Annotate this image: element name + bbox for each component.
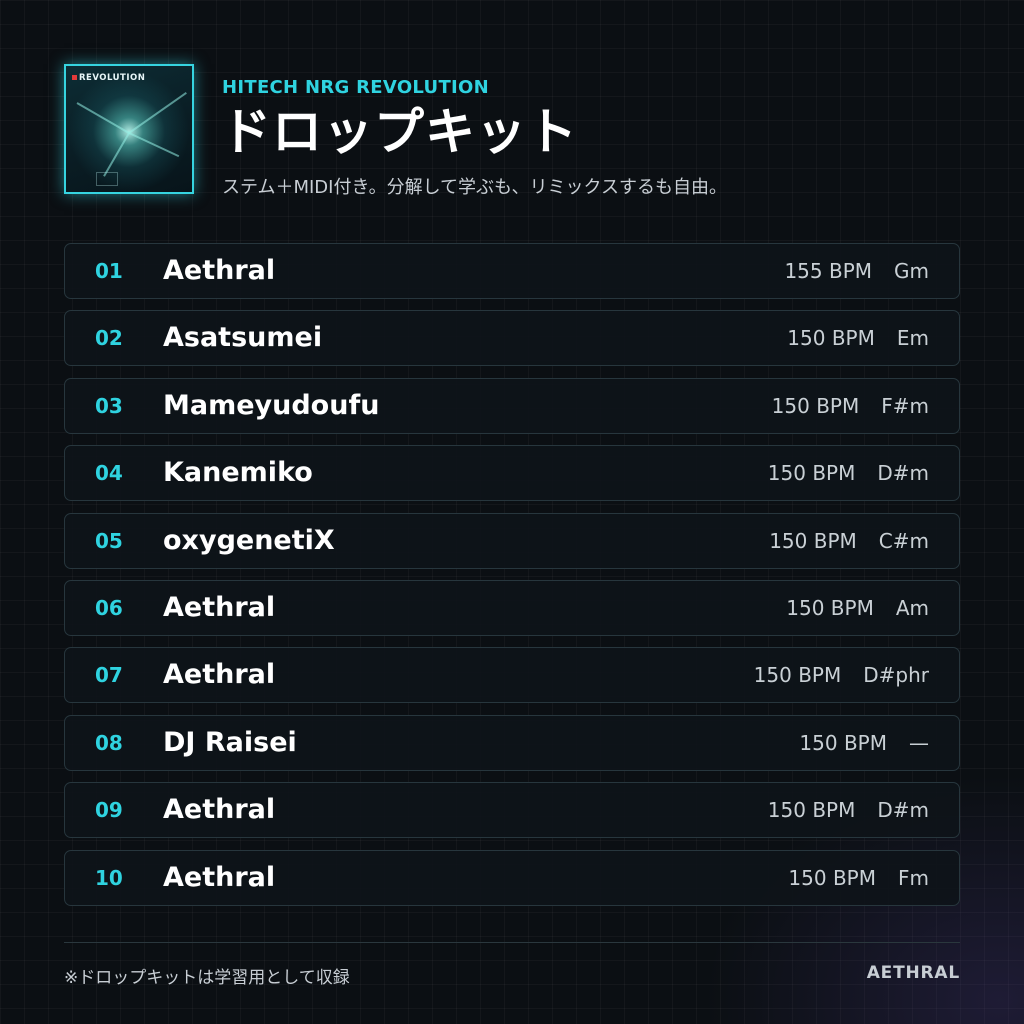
track-row[interactable]: 09 Aethral 150 BPM D#m — [64, 782, 960, 839]
track-meta: 150 BPM D#m — [768, 783, 929, 837]
track-artist: Aethral — [163, 861, 276, 893]
track-list: 01 Aethral 155 BPM Gm 02 Asatsumei 150 BP… — [64, 243, 960, 917]
track-artist: Aethral — [163, 794, 276, 826]
track-artist: Aethral — [163, 255, 276, 286]
track-key: Em — [896, 326, 929, 351]
track-number: 03 — [95, 393, 123, 418]
track-key: D#m — [877, 461, 929, 486]
footer-note: ※ドロップキットは学習用として収録 — [64, 968, 350, 988]
track-meta: 150 BPM Am — [786, 581, 929, 635]
track-number: 02 — [95, 326, 123, 351]
track-number: 08 — [95, 730, 123, 755]
cover-light-ray — [128, 132, 180, 158]
track-row[interactable]: 06 Aethral 150 BPM Am — [64, 579, 960, 636]
track-artist: Aethral — [163, 659, 276, 691]
track-bpm: 150 BPM — [753, 663, 842, 688]
track-number: 05 — [95, 528, 123, 553]
track-number: 06 — [95, 595, 123, 620]
track-meta: 150 BPM D#m — [768, 446, 929, 500]
footer-brand: AETHRAL — [866, 963, 960, 983]
page-subtitle: ステム＋MIDI付き。分解して学ぶも、リミックスするも自由。 — [222, 177, 727, 198]
track-bpm: 150 BPM — [767, 461, 856, 486]
track-meta: 150 BPM — — [799, 716, 929, 770]
track-number: 01 — [95, 259, 123, 283]
cover-logo-text: REVOLUTION — [79, 73, 146, 83]
cover-hud-panel — [96, 172, 118, 186]
album-cover-art: REVOLUTION — [64, 64, 194, 194]
track-bpm: 150 BPM — [786, 595, 874, 620]
track-artist: Mameyudoufu — [163, 389, 380, 421]
track-key: Am — [895, 595, 929, 620]
track-meta: 150 BPM Fm — [788, 851, 929, 905]
cover-light-ray — [128, 92, 187, 134]
track-row[interactable]: 04 Kanemiko 150 BPM D#m — [64, 445, 960, 502]
track-meta: 150 BPM F#m — [772, 379, 929, 433]
track-bpm: 150 BPM — [799, 730, 887, 755]
track-key: — — [909, 730, 929, 755]
track-bpm: 150 BPM — [788, 865, 876, 890]
track-meta: 150 BPM D#phr — [754, 648, 929, 702]
track-bpm: 155 BPM — [784, 259, 873, 283]
track-key: C#m — [878, 528, 929, 553]
track-artist: oxygenetiX — [163, 524, 335, 556]
header: REVOLUTION HITECH NRG REVOLUTION ドロップキット… — [64, 64, 960, 198]
track-key: Gm — [894, 259, 929, 283]
page-title: ドロップキット — [221, 103, 578, 161]
track-key: Fm — [898, 865, 929, 890]
track-row[interactable]: 01 Aethral 155 BPM Gm — [64, 243, 960, 299]
track-row[interactable]: 02 Asatsumei 150 BPM Em — [64, 310, 960, 367]
track-row[interactable]: 05 oxygenetiX 150 BPM C#m — [64, 512, 960, 569]
track-key: F#m — [881, 393, 929, 418]
track-artist: Kanemiko — [163, 457, 313, 489]
track-artist: Aethral — [163, 591, 276, 623]
track-row[interactable]: 10 Aethral 150 BPM Fm — [64, 849, 960, 906]
track-bpm: 150 BPM — [787, 326, 875, 351]
track-number: 09 — [95, 798, 123, 823]
track-bpm: 150 BPM — [767, 798, 856, 823]
track-meta: 155 BPM Gm — [784, 244, 929, 298]
track-bpm: 150 BPM — [769, 528, 857, 553]
track-key: D#phr — [863, 663, 929, 688]
track-number: 04 — [95, 461, 123, 486]
cover-logo: REVOLUTION — [72, 73, 145, 83]
track-number: 07 — [95, 663, 123, 688]
album-eyebrow: HITECH NRG REVOLUTION — [222, 77, 490, 98]
cover-light-ray — [76, 102, 130, 134]
cover-logo-mark — [72, 75, 77, 80]
track-bpm: 150 BPM — [771, 393, 860, 418]
footer-divider — [64, 942, 960, 943]
track-artist: Asatsumei — [163, 322, 323, 354]
track-row[interactable]: 07 Aethral 150 BPM D#phr — [64, 647, 960, 704]
track-row[interactable]: 03 Mameyudoufu 150 BPM F#m — [64, 377, 960, 434]
cover-light-ray — [103, 132, 130, 177]
track-meta: 150 BPM C#m — [769, 514, 929, 568]
track-artist: DJ Raisei — [163, 726, 297, 758]
track-meta: 150 BPM Em — [787, 311, 929, 365]
track-number: 10 — [95, 865, 123, 890]
track-row[interactable]: 08 DJ Raisei 150 BPM — — [64, 714, 960, 771]
track-key: D#m — [877, 798, 929, 823]
